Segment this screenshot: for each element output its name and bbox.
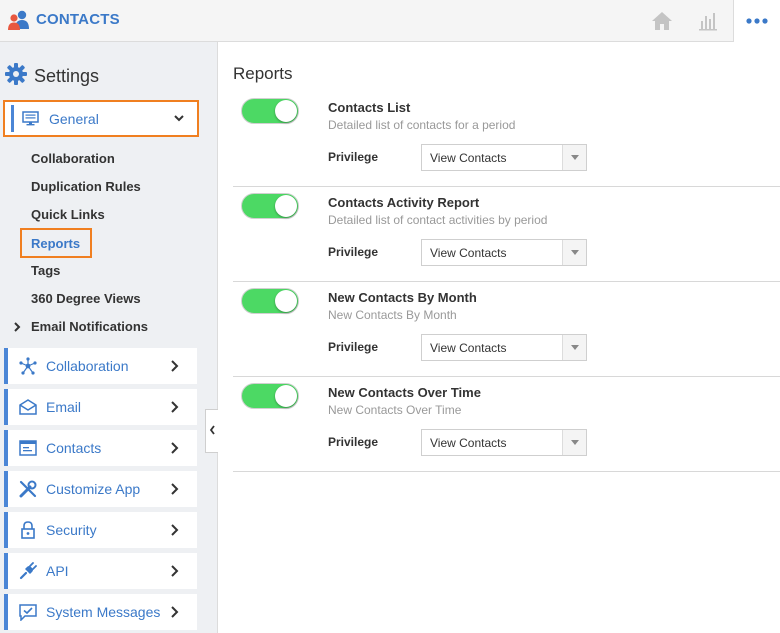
chevron-right-icon[interactable] bbox=[12, 320, 22, 338]
caret-down-icon bbox=[562, 145, 586, 170]
caret-down-icon bbox=[562, 430, 586, 455]
toggle-knob bbox=[275, 195, 297, 217]
nav-item-api[interactable]: API bbox=[4, 553, 197, 589]
report-toggle[interactable] bbox=[241, 193, 299, 219]
chevron-right-icon bbox=[170, 359, 179, 377]
main-content: Reports Contacts List Detailed list of c… bbox=[219, 42, 780, 633]
chevron-right-icon bbox=[170, 523, 179, 541]
report-toggle[interactable] bbox=[241, 383, 299, 409]
tools-icon bbox=[18, 479, 38, 499]
chevron-right-icon bbox=[170, 482, 179, 500]
contacts-logo-icon bbox=[7, 9, 31, 31]
sub-item-collaboration[interactable]: Collaboration bbox=[31, 151, 115, 166]
privilege-label: Privilege bbox=[328, 150, 379, 164]
report-row: New Contacts Over Time New Contacts Over… bbox=[233, 377, 780, 472]
bar-chart-icon[interactable] bbox=[686, 0, 730, 42]
chevron-right-icon bbox=[170, 564, 179, 582]
sub-item-360-degree-views[interactable]: 360 Degree Views bbox=[31, 291, 141, 306]
report-description: New Contacts Over Time bbox=[328, 403, 462, 417]
nav-item-label: API bbox=[46, 563, 69, 579]
home-icon[interactable] bbox=[640, 0, 684, 42]
settings-sidebar: Settings General Collaboration Duplicati… bbox=[0, 42, 218, 633]
report-title: New Contacts By Month bbox=[328, 290, 477, 305]
nav-item-label: Email bbox=[46, 399, 82, 415]
nav-item-label: Collaboration bbox=[46, 358, 129, 374]
gear-icon bbox=[5, 62, 27, 90]
report-row: New Contacts By Month New Contacts By Mo… bbox=[233, 282, 780, 377]
report-description: Detailed list of contact activities by p… bbox=[328, 213, 548, 227]
page-title: Reports bbox=[233, 64, 293, 83]
report-title: Contacts Activity Report bbox=[328, 195, 480, 210]
report-toggle[interactable] bbox=[241, 288, 299, 314]
nav-item-label: Customize App bbox=[46, 481, 141, 497]
privilege-value: View Contacts bbox=[430, 341, 507, 355]
report-title: New Contacts Over Time bbox=[328, 385, 481, 400]
settings-title: Settings bbox=[34, 65, 100, 86]
lock-icon bbox=[18, 520, 38, 540]
nav-item-security[interactable]: Security bbox=[4, 512, 197, 548]
settings-header: Settings bbox=[5, 62, 100, 90]
chevron-right-icon bbox=[170, 605, 179, 623]
report-toggle[interactable] bbox=[241, 98, 299, 124]
privilege-label: Privilege bbox=[328, 245, 379, 259]
general-label: General bbox=[49, 110, 99, 127]
nav-item-label: Security bbox=[46, 522, 97, 538]
sub-item-reports-label: Reports bbox=[31, 236, 81, 251]
sub-item-reports[interactable]: Reports bbox=[20, 228, 92, 258]
privilege-select[interactable]: View Contacts bbox=[421, 429, 587, 456]
app-title[interactable]: CONTACTS bbox=[36, 11, 120, 28]
nav-item-customize-app[interactable]: Customize App bbox=[4, 471, 197, 507]
sub-item-email-notifications[interactable]: Email Notifications bbox=[31, 319, 148, 334]
chevron-right-icon bbox=[170, 400, 179, 418]
chevron-right-icon bbox=[170, 441, 179, 459]
sub-item-tags[interactable]: Tags bbox=[31, 263, 60, 278]
privilege-value: View Contacts bbox=[430, 246, 507, 260]
nav-item-label: System Messages bbox=[46, 604, 161, 620]
privilege-label: Privilege bbox=[328, 340, 379, 354]
nav-item-collaboration[interactable]: Collaboration bbox=[4, 348, 197, 384]
more-options-icon[interactable] bbox=[733, 0, 780, 42]
toggle-knob bbox=[275, 385, 297, 407]
contact-card-icon bbox=[18, 438, 38, 458]
privilege-value: View Contacts bbox=[430, 436, 507, 450]
nav-item-email[interactable]: Email bbox=[4, 389, 197, 425]
toggle-knob bbox=[275, 290, 297, 312]
network-icon bbox=[18, 356, 38, 376]
chevron-down-icon bbox=[173, 111, 185, 129]
envelope-icon bbox=[18, 397, 38, 417]
toggle-knob bbox=[275, 100, 297, 122]
report-title: Contacts List bbox=[328, 100, 411, 115]
nav-item-contacts[interactable]: Contacts bbox=[4, 430, 197, 466]
sub-item-quick-links[interactable]: Quick Links bbox=[31, 207, 105, 222]
caret-down-icon bbox=[562, 240, 586, 265]
report-description: New Contacts By Month bbox=[328, 308, 457, 322]
monitor-icon bbox=[22, 111, 39, 126]
report-row: Contacts Activity Report Detailed list o… bbox=[233, 187, 780, 282]
general-section-highlight: General bbox=[3, 100, 199, 137]
nav-item-label: Contacts bbox=[46, 440, 102, 456]
privilege-select[interactable]: View Contacts bbox=[421, 144, 587, 171]
plug-icon bbox=[18, 561, 38, 581]
report-description: Detailed list of contacts for a period bbox=[328, 118, 516, 132]
privilege-value: View Contacts bbox=[430, 151, 507, 165]
message-check-icon bbox=[18, 602, 38, 622]
sidebar-collapse-handle[interactable] bbox=[205, 409, 218, 453]
caret-down-icon bbox=[562, 335, 586, 360]
sub-item-duplication-rules[interactable]: Duplication Rules bbox=[31, 179, 141, 194]
general-section-toggle[interactable]: General bbox=[11, 105, 193, 132]
privilege-label: Privilege bbox=[328, 435, 379, 449]
chevron-left-icon bbox=[209, 422, 216, 440]
privilege-select[interactable]: View Contacts bbox=[421, 334, 587, 361]
report-row: Contacts List Detailed list of contacts … bbox=[233, 92, 780, 187]
nav-item-system-messages[interactable]: System Messages bbox=[4, 594, 197, 630]
top-bar: CONTACTS bbox=[0, 0, 780, 42]
privilege-select[interactable]: View Contacts bbox=[421, 239, 587, 266]
